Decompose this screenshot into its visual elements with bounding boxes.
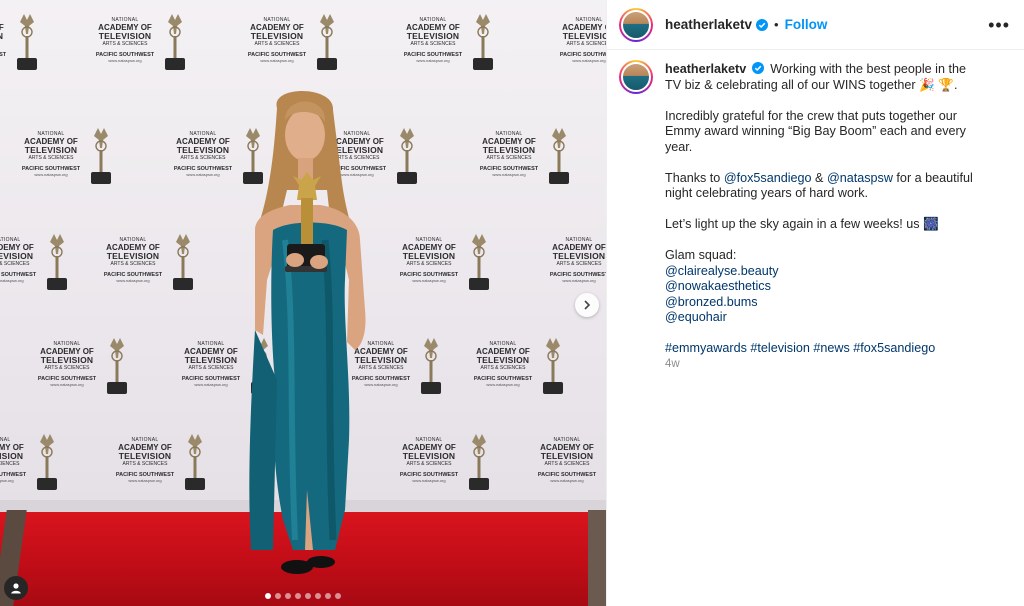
caption-username[interactable]: heatherlaketv (665, 62, 746, 76)
carousel-dot (275, 593, 281, 599)
post-header: heatherlaketv • Follow ••• (607, 0, 1024, 50)
emmy-statuette-icon (543, 338, 563, 394)
mention-link[interactable]: @equohair (665, 310, 727, 324)
caption-text: & (811, 170, 827, 185)
emmy-statuette-icon (91, 128, 111, 184)
carousel-dot (325, 593, 331, 599)
carousel-next-button[interactable] (575, 293, 599, 317)
emmy-statuette-icon (17, 14, 37, 70)
caption-paragraph: Incredibly grateful for the crew that pu… (665, 108, 966, 154)
post-media[interactable]: NATIONALACADEMY OFTELEVISIONARTS & SCIEN… (0, 0, 606, 606)
more-options-button[interactable]: ••• (988, 16, 1010, 34)
emmy-logo: NATIONALACADEMY OFTELEVISIONARTS & SCIEN… (530, 432, 606, 494)
emmy-logo: NATIONALACADEMY OFTELEVISIONARTS & SCIEN… (472, 126, 582, 188)
caption-paragraph: Let’s light up the sky again in a few we… (665, 217, 939, 231)
mention-link[interactable]: @bronzed.bums (665, 295, 758, 309)
carousel-dot (315, 593, 321, 599)
carousel-dot (335, 593, 341, 599)
emmy-logo: NATIONALACADEMY OFTELEVISIONARTS & SCIEN… (88, 12, 198, 74)
emmy-logo: NATIONALACADEMY OFTELEVISIONARTS & SCIEN… (0, 232, 80, 294)
emmy-statuette-icon (421, 338, 441, 394)
carousel-dot (305, 593, 311, 599)
emmy-statuette-icon (165, 14, 185, 70)
avatar[interactable] (619, 60, 653, 94)
mention-link[interactable]: @nataspsw (827, 171, 893, 185)
emmy-statuette-icon (47, 234, 67, 290)
carousel-dot (285, 593, 291, 599)
emmy-statuette-icon (397, 128, 417, 184)
carousel-indicator (0, 593, 606, 599)
follow-button[interactable]: Follow (785, 17, 828, 32)
hashtags[interactable]: #emmyawards #television #news #fox5sandi… (665, 341, 985, 357)
emmy-logo: NATIONALACADEMY OFTELEVISIONARTS & SCIEN… (552, 12, 606, 74)
emmy-logo: NATIONALACADEMY OFTELEVISIONARTS & SCIEN… (392, 432, 502, 494)
emmy-logo: NATIONALACADEMY OFTELEVISIONARTS & SCIEN… (0, 432, 70, 494)
mention-link[interactable]: @clairealyse.beauty (665, 264, 779, 278)
emmy-logo: NATIONALACADEMY OFTELEVISIONARTS & SCIEN… (240, 12, 350, 74)
emmy-statuette-icon (473, 14, 493, 70)
mention-link[interactable]: @fox5sandiego (724, 171, 812, 185)
emmy-statuette-icon (37, 434, 57, 490)
post-sidebar: heatherlaketv • Follow ••• heatherlaketv… (606, 0, 1024, 606)
separator-dot: • (774, 17, 779, 32)
emmy-logo: NATIONALACADEMY OFTELEVISIONARTS & SCIEN… (396, 12, 506, 74)
mention-link[interactable]: @nowakaesthetics (665, 279, 771, 293)
emmy-statuette-icon (469, 234, 489, 290)
emmy-logo: NATIONALACADEMY OFTELEVISIONARTS & SCIEN… (30, 336, 140, 398)
carousel-dot (295, 593, 301, 599)
username-link[interactable]: heatherlaketv (665, 17, 752, 32)
post-timestamp[interactable]: 4w (665, 357, 985, 373)
floor-edge (588, 510, 606, 606)
glam-squad: Glam squad: @clairealyse.beauty @nowakae… (665, 248, 985, 326)
caption-line1: heatherlaketv Working with the best peop… (665, 62, 985, 93)
emmy-statuette-icon (173, 234, 193, 290)
caption-paragraph: Thanks to @fox5sandiego & @nataspsw for … (665, 171, 985, 202)
post-caption: heatherlaketv Working with the best peop… (607, 50, 1024, 372)
emmy-logo: NATIONALACADEMY OFTELEVISIONARTS & SCIEN… (542, 232, 606, 294)
emmy-logo: NATIONALACADEMY OFTELEVISIONARTS & SCIEN… (14, 126, 124, 188)
woman-holding-emmy (249, 90, 366, 574)
carousel-dot (265, 593, 271, 599)
emmy-logo: NATIONALACADEMY OFTELEVISIONARTS & SCIEN… (108, 432, 218, 494)
emmy-statuette-icon (469, 434, 489, 490)
glam-label: Glam squad: (665, 248, 737, 262)
caption-text: Thanks to (665, 170, 724, 185)
emmy-logo: NATIONALACADEMY OFTELEVISIONARTS & SCIEN… (96, 232, 206, 294)
caption-body: heatherlaketv Working with the best peop… (665, 62, 985, 372)
emmy-logo: NATIONALACADEMY OFTELEVISIONARTS & SCIEN… (466, 336, 576, 398)
emmy-statuette-icon (549, 128, 569, 184)
verified-badge-icon (756, 18, 769, 31)
emmy-statuette-icon (185, 434, 205, 490)
emmy-logo: NATIONALACADEMY OFTELEVISIONARTS & SCIEN… (392, 232, 502, 294)
emmy-statuette-icon (107, 338, 127, 394)
avatar[interactable] (619, 7, 653, 42)
verified-badge-icon (751, 62, 764, 74)
emmy-logo: NATIONALACADEMY OFTELEVISIONARTS & SCIEN… (0, 12, 50, 74)
chevron-right-icon (584, 300, 591, 310)
emmy-statuette-icon (317, 14, 337, 70)
